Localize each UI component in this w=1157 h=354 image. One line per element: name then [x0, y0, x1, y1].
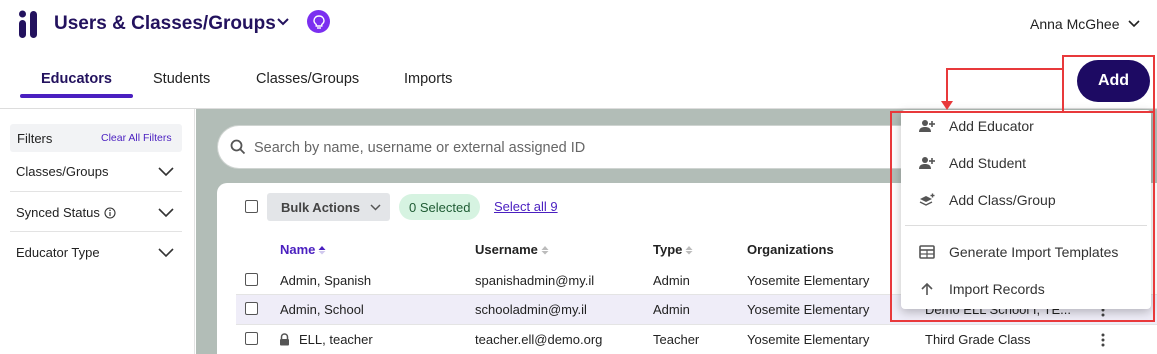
- bulk-actions-button[interactable]: Bulk Actions: [267, 193, 390, 221]
- select-all-checkbox[interactable]: [245, 200, 258, 213]
- cell-organization: Yosemite Elementary: [747, 273, 870, 288]
- filter-label: Synced Status: [16, 205, 116, 220]
- cell-name[interactable]: Admin, School: [280, 302, 364, 317]
- cell-username: spanishadmin@my.il: [475, 273, 595, 288]
- selected-count-badge: 0 Selected: [399, 194, 481, 220]
- annotation-arrow-icon: [941, 101, 953, 111]
- column-header-label: Type: [653, 242, 683, 257]
- sort-icon: [685, 245, 693, 255]
- cell-type: Teacher: [653, 332, 700, 347]
- row-checkbox[interactable]: [245, 302, 258, 315]
- filter-label-text: Classes/Groups: [16, 164, 109, 179]
- user-name: Anna McGhee: [1030, 16, 1120, 32]
- column-header-name[interactable]: Name: [280, 242, 326, 257]
- chevron-down-icon: [370, 203, 381, 211]
- clear-all-filters-link[interactable]: Clear All Filters: [101, 132, 172, 144]
- sort-icon: [541, 245, 549, 255]
- cell-name[interactable]: Admin, Spanish: [280, 273, 371, 288]
- annotation-box-add-menu: [890, 111, 1155, 322]
- column-header-organizations[interactable]: Organizations: [747, 242, 834, 257]
- row-checkbox[interactable]: [245, 273, 258, 286]
- app-title[interactable]: Users & Classes/Groups: [54, 13, 276, 35]
- row-checkbox[interactable]: [245, 332, 258, 345]
- column-header-type[interactable]: Type: [653, 242, 693, 257]
- filters-label: Filters: [17, 131, 53, 146]
- column-header-label: Name: [280, 242, 316, 257]
- filter-label-text: Educator Type: [16, 245, 100, 260]
- annotation-box-add-button: [1062, 55, 1155, 113]
- search-icon: [230, 139, 246, 155]
- cell-name[interactable]: ELL, teacher: [299, 332, 373, 347]
- search-placeholder: Search by name, username or external ass…: [254, 140, 586, 156]
- select-all-link[interactable]: Select all 9: [494, 199, 558, 214]
- column-header-label: Organizations: [747, 242, 834, 257]
- filter-label: Classes/Groups: [16, 164, 108, 179]
- cell-organization: Yosemite Elementary: [747, 302, 870, 317]
- tab-educators[interactable]: Educators: [41, 71, 112, 87]
- filter-label: Educator Type: [16, 245, 100, 260]
- cell-username: schooladmin@my.il: [475, 302, 587, 317]
- chevron-down-icon: [1127, 20, 1140, 28]
- lightbulb-icon[interactable]: [307, 10, 330, 33]
- chevron-down-icon[interactable]: [158, 167, 174, 177]
- tab-imports[interactable]: Imports: [404, 71, 452, 87]
- tab-classes-groups[interactable]: Classes/Groups: [256, 71, 359, 87]
- chevron-down-icon[interactable]: [276, 17, 290, 27]
- filter-label-text: Synced Status: [16, 205, 100, 220]
- info-icon[interactable]: [104, 206, 116, 219]
- lock-icon: [279, 333, 290, 346]
- app-logo-icon[interactable]: [18, 10, 42, 38]
- column-header-username[interactable]: Username: [475, 242, 549, 257]
- chevron-down-icon[interactable]: [158, 208, 174, 218]
- sort-asc-icon: [318, 245, 326, 255]
- row-actions-icon[interactable]: [1101, 333, 1105, 347]
- user-menu[interactable]: Anna McGhee: [1030, 16, 1140, 32]
- column-header-label: Username: [475, 242, 538, 257]
- chevron-down-icon[interactable]: [158, 248, 174, 258]
- cell-organization: Yosemite Elementary: [747, 332, 870, 347]
- tab-students[interactable]: Students: [153, 71, 210, 87]
- bulk-actions-label: Bulk Actions: [281, 199, 360, 215]
- cell-type: Admin: [653, 302, 690, 317]
- annotation-connector-line: [946, 68, 1063, 70]
- active-tab-indicator: [20, 94, 133, 98]
- cell-class: Third Grade Class: [925, 332, 1031, 347]
- cell-username: teacher.ell@demo.org: [475, 332, 603, 347]
- cell-type: Admin: [653, 273, 690, 288]
